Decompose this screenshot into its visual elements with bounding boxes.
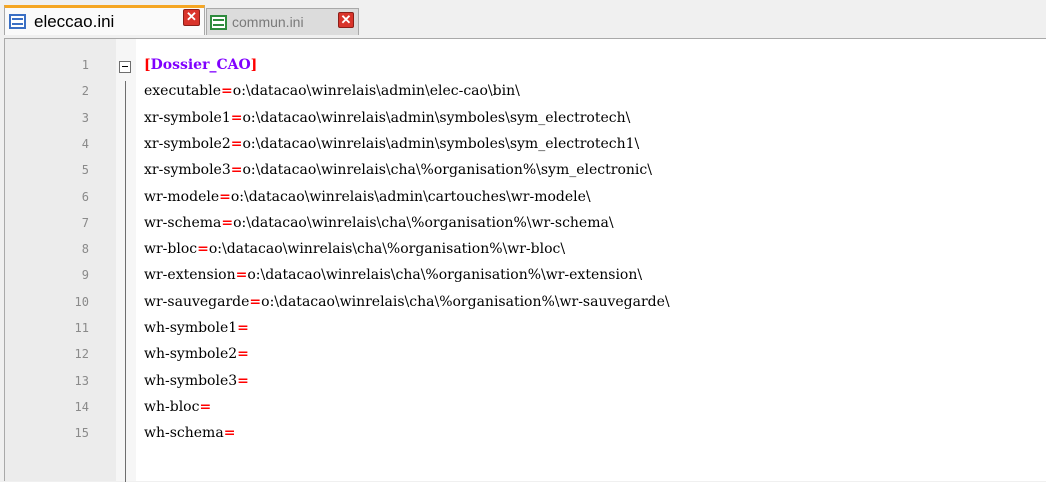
code-line[interactable]: 2 executable=o:\datacao\winrelais\admin\e… xyxy=(5,80,1043,106)
ini-key: xr-symbole2 xyxy=(144,135,231,152)
equals-operator: = xyxy=(235,267,248,284)
section-open-bracket: [ xyxy=(144,57,151,73)
equals-operator: = xyxy=(249,293,262,310)
line-number: 7 xyxy=(81,215,89,230)
code-text: wh-schema= xyxy=(144,425,235,441)
code-line[interactable]: 11 wh-symbole1= xyxy=(5,317,1043,343)
ini-key: wr-modele xyxy=(144,188,220,205)
file-icon xyxy=(9,14,26,29)
ini-key: wr-schema xyxy=(144,214,222,231)
ini-value: o:\datacao\winrelais\cha\%organisation%\… xyxy=(208,241,566,258)
line-number: 12 xyxy=(74,347,89,362)
line-number: 1 xyxy=(81,58,89,72)
ini-value: o:\datacao\winrelais\admin\cartouches\wr… xyxy=(230,188,591,205)
code-text: wr-modele=o:\datacao\winrelais\admin\car… xyxy=(144,189,591,205)
ini-value: o:\datacao\winrelais\admin\symboles\sym_… xyxy=(242,109,631,126)
line-number: 6 xyxy=(81,189,89,204)
code-text: wr-sauvegarde=o:\datacao\winrelais\cha\%… xyxy=(144,294,670,310)
code-line[interactable]: 12 wh-symbole2= xyxy=(5,343,1043,369)
equals-operator: = xyxy=(199,398,212,415)
code-line[interactable]: 9 wr-extension=o:\datacao\winrelais\cha\%… xyxy=(5,264,1043,290)
ini-value: o:\datacao\winrelais\cha\%organisation%\… xyxy=(242,162,652,179)
code-line[interactable]: 5 xr-symbole3=o:\datacao\winrelais\cha\%o… xyxy=(5,159,1043,185)
ini-value: o:\datacao\winrelais\cha\%organisation%\… xyxy=(233,214,614,231)
line-number: 4 xyxy=(81,136,89,151)
ini-value: o:\datacao\winrelais\cha\%organisation%\… xyxy=(261,293,670,310)
ini-key: xr-symbole3 xyxy=(144,162,231,179)
tab-eleccao-ini[interactable]: eleccao.ini ✕ xyxy=(4,5,205,35)
ini-value: o:\datacao\winrelais\admin\elec-cao\bin\ xyxy=(232,83,520,100)
ini-key: wh-symbole3 xyxy=(144,372,238,389)
line-number: 10 xyxy=(74,294,89,309)
equals-operator: = xyxy=(237,320,249,336)
equals-operator: = xyxy=(230,135,243,152)
code-text: wr-extension=o:\datacao\winrelais\cha\%o… xyxy=(144,267,642,283)
code-text: [Dossier_CAO] xyxy=(144,57,257,73)
ini-key: wr-extension xyxy=(144,267,236,284)
line-number: 15 xyxy=(74,426,89,441)
code-line[interactable]: 8 wr-bloc=o:\datacao\winrelais\cha\%organ… xyxy=(5,238,1043,264)
code-text: wr-schema=o:\datacao\winrelais\cha\%orga… xyxy=(144,215,614,231)
code-line[interactable]: 4 xr-symbole2=o:\datacao\winrelais\admin\… xyxy=(5,133,1043,159)
code-text: executable=o:\datacao\winrelais\admin\el… xyxy=(144,83,520,99)
line-number: 3 xyxy=(81,110,89,125)
code-line[interactable]: 3 xr-symbole1=o:\datacao\winrelais\admin\… xyxy=(5,107,1043,133)
code-text: wh-bloc= xyxy=(144,399,211,415)
equals-operator: = xyxy=(237,372,249,389)
ini-value: o:\datacao\winrelais\cha\%organisation%\… xyxy=(247,267,643,284)
equals-operator: = xyxy=(197,241,209,258)
close-icon[interactable]: ✕ xyxy=(338,12,354,28)
code-text: wh-symbole2= xyxy=(144,346,249,362)
tab-label: commun.ini xyxy=(232,14,304,30)
code-text: wh-symbole3= xyxy=(144,373,249,389)
line-number: 8 xyxy=(81,242,89,257)
code-line[interactable]: 14 wh-bloc= xyxy=(5,396,1043,422)
code-line[interactable]: 15 wh-schema= xyxy=(5,422,1043,448)
equals-operator: = xyxy=(230,162,243,179)
section-name: Dossier_CAO xyxy=(150,57,251,73)
line-number: 11 xyxy=(74,321,89,335)
ini-key: wr-bloc xyxy=(144,241,198,258)
line-number: 2 xyxy=(81,84,89,99)
ini-value: o:\datacao\winrelais\admin\symboles\sym_… xyxy=(242,135,640,152)
code-text: xr-symbole3=o:\datacao\winrelais\cha\%or… xyxy=(144,162,652,178)
code-editor[interactable]: 1 [Dossier_CAO] 2 executable=o:\datacao\win… xyxy=(4,38,1046,482)
ini-key: wh-symbole2 xyxy=(144,346,238,363)
line-number: 14 xyxy=(74,399,89,414)
line-number: 13 xyxy=(74,373,89,388)
code-text: xr-symbole1=o:\datacao\winrelais\admin\s… xyxy=(144,110,630,126)
code-line[interactable]: 6 wr-modele=o:\datacao\winrelais\admin\ca… xyxy=(5,186,1043,212)
line-number: 9 xyxy=(81,268,89,283)
equals-operator: = xyxy=(219,188,231,205)
equals-operator: = xyxy=(221,83,233,100)
tab-label: eleccao.ini xyxy=(34,11,115,31)
code-text: wh-symbole1= xyxy=(144,320,249,336)
code-line[interactable]: 13 wh-symbole3= xyxy=(5,370,1043,396)
equals-operator: = xyxy=(230,109,243,126)
code-line[interactable]: 10 wr-sauvegarde=o:\datacao\winrelais\cha… xyxy=(5,291,1043,317)
code-line[interactable]: 7 wr-schema=o:\datacao\winrelais\cha\%org… xyxy=(5,212,1043,238)
equals-operator: = xyxy=(221,214,234,231)
ini-key: wh-schema xyxy=(144,425,224,442)
equals-operator: = xyxy=(237,346,249,363)
ini-key: wh-bloc xyxy=(144,398,200,415)
ini-key: executable xyxy=(144,83,222,100)
file-modified-icon xyxy=(210,14,227,30)
line-number: 5 xyxy=(81,163,89,178)
ini-key: wh-symbole1 xyxy=(144,320,238,336)
ini-key: xr-symbole1 xyxy=(144,109,231,126)
code-line[interactable]: 1 [Dossier_CAO] xyxy=(5,54,1043,80)
close-icon[interactable]: ✕ xyxy=(183,9,200,26)
section-close-bracket: ] xyxy=(250,57,258,73)
tab-bar: eleccao.ini ✕ commun.ini ✕ xyxy=(0,0,1046,38)
code-text: xr-symbole2=o:\datacao\winrelais\admin\s… xyxy=(144,136,639,152)
ini-key: wr-sauvegarde xyxy=(144,293,250,310)
tab-commun-ini[interactable]: commun.ini ✕ xyxy=(206,8,359,35)
equals-operator: = xyxy=(223,425,236,442)
code-text: wr-bloc=o:\datacao\winrelais\cha\%organi… xyxy=(144,241,565,257)
